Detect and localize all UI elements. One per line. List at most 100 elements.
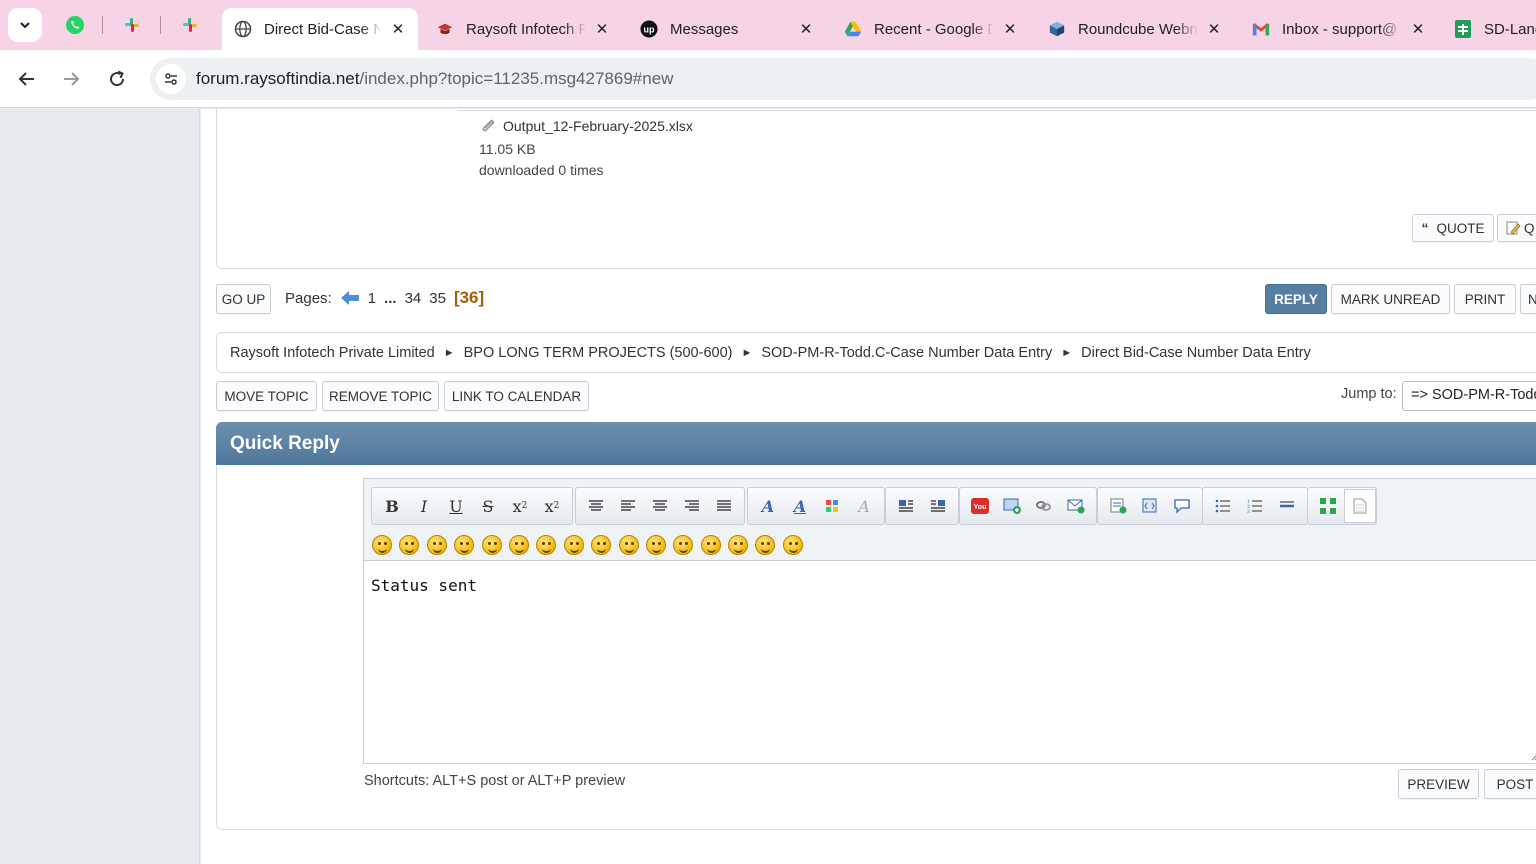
breadcrumb-item[interactable]: Direct Bid-Case Number Data Entry xyxy=(1081,345,1311,361)
horizontal-rule-icon[interactable] xyxy=(1271,491,1303,521)
superscript-icon[interactable]: x2 xyxy=(504,491,536,521)
cool-icon[interactable] xyxy=(563,535,584,555)
align-center-icon[interactable] xyxy=(644,491,676,521)
pinned-tab-slack-1[interactable] xyxy=(114,10,150,40)
quote-button[interactable]: “ QUOTE xyxy=(1412,214,1494,242)
smiley-icon[interactable] xyxy=(372,535,392,555)
wink-icon[interactable] xyxy=(399,535,420,555)
italic-icon[interactable]: I xyxy=(408,491,440,521)
huh-icon[interactable] xyxy=(591,535,612,555)
tab-title: Messages xyxy=(670,20,739,38)
post-button[interactable]: POST xyxy=(1484,769,1536,799)
forward-button[interactable] xyxy=(56,64,86,94)
insert-table-icon[interactable] xyxy=(1102,491,1134,521)
text-format-group: B I U S x2 x2 xyxy=(371,487,573,525)
insert-link-icon[interactable] xyxy=(1028,491,1060,521)
color-icon[interactable] xyxy=(816,491,848,521)
tab-search-button[interactable] xyxy=(8,8,42,42)
attachment-filename[interactable]: Output_12-February-2025.xlsx xyxy=(503,118,693,134)
cheesy-icon[interactable] xyxy=(426,535,447,555)
close-tab-icon[interactable]: ✕ xyxy=(796,19,816,39)
tab-gmail[interactable]: Inbox - support@ ✕ xyxy=(1240,8,1438,50)
sheets-icon xyxy=(1455,20,1471,38)
close-tab-icon[interactable]: ✕ xyxy=(1000,19,1020,39)
link-to-calendar-button[interactable]: LINK TO CALENDAR xyxy=(444,381,589,411)
tab-messages[interactable]: up Messages ✕ xyxy=(628,8,826,50)
source-mode-icon[interactable] xyxy=(1344,489,1376,523)
font-face-icon[interactable]: A xyxy=(752,491,784,521)
float-right-icon[interactable] xyxy=(922,491,954,521)
page-link-35[interactable]: 35 xyxy=(429,290,446,307)
embarrassed-icon[interactable] xyxy=(673,535,694,555)
pinned-tab-whatsapp[interactable] xyxy=(57,10,93,40)
mark-unread-button[interactable]: MARK UNREAD xyxy=(1331,284,1450,314)
undecided-icon[interactable] xyxy=(728,535,749,555)
float-left-icon[interactable] xyxy=(890,491,922,521)
quick-reply-header[interactable]: Quick Reply xyxy=(216,422,1536,465)
resize-handle-icon[interactable] xyxy=(1530,751,1536,761)
breadcrumb-item[interactable]: Raysoft Infotech Private Limited xyxy=(230,345,435,361)
breadcrumb: Raysoft Infotech Private Limited ► BPO L… xyxy=(216,332,1536,373)
arrow-left-icon[interactable] xyxy=(340,290,360,306)
close-tab-icon[interactable]: ✕ xyxy=(1204,19,1224,39)
tab-google-drive[interactable]: Recent - Google Drive ✕ xyxy=(832,8,1030,50)
next-button[interactable]: N xyxy=(1520,284,1536,314)
tab-roundcube[interactable]: Roundcube Webmail ✕ xyxy=(1036,8,1234,50)
align-left-icon[interactable] xyxy=(612,491,644,521)
address-bar[interactable]: forum.raysoftindia.net/index.php?topic=1… xyxy=(150,58,1536,100)
pinned-tab-slack-2[interactable] xyxy=(172,10,208,40)
insert-code-icon[interactable] xyxy=(1134,491,1166,521)
back-button[interactable] xyxy=(12,64,42,94)
go-up-button[interactable]: GO UP xyxy=(216,284,271,314)
font-size-icon[interactable]: A xyxy=(784,491,816,521)
subscript-icon[interactable]: x2 xyxy=(536,491,568,521)
strikethrough-icon[interactable]: S xyxy=(472,491,504,521)
attachment-link[interactable]: Output_12-February-2025.xlsx xyxy=(479,117,693,135)
page-link-34[interactable]: 34 xyxy=(405,290,422,307)
lips-sealed-icon[interactable] xyxy=(700,535,721,555)
toggle-view-icon[interactable] xyxy=(1312,491,1344,521)
justify-icon[interactable] xyxy=(708,491,740,521)
remove-format-icon[interactable]: A xyxy=(848,491,880,521)
site-info-button[interactable] xyxy=(156,64,186,94)
youtube-icon[interactable]: You xyxy=(964,491,996,521)
shocked-icon[interactable] xyxy=(536,535,557,555)
align-right-icon[interactable] xyxy=(676,491,708,521)
move-topic-button[interactable]: MOVE TOPIC xyxy=(216,381,317,411)
print-button[interactable]: PRINT xyxy=(1454,284,1516,314)
angry-icon[interactable] xyxy=(481,535,502,555)
preview-button[interactable]: PREVIEW xyxy=(1398,769,1479,799)
reload-button[interactable] xyxy=(102,64,132,94)
kiss-icon[interactable] xyxy=(755,535,776,555)
float-group xyxy=(885,487,959,525)
close-tab-icon[interactable]: ✕ xyxy=(592,19,612,39)
close-tab-icon[interactable]: ✕ xyxy=(388,19,408,39)
jump-to-select[interactable]: => SOD-PM-R-Todd.C-Case Number Data Entr… xyxy=(1402,381,1536,411)
underline-icon[interactable]: U xyxy=(440,491,472,521)
grin-icon[interactable] xyxy=(454,535,475,555)
insert-email-icon[interactable] xyxy=(1060,491,1092,521)
numbered-list-icon[interactable]: 123 xyxy=(1239,491,1271,521)
quick-edit-button[interactable]: Q xyxy=(1497,214,1536,242)
bullet-list-icon[interactable] xyxy=(1207,491,1239,521)
reply-button[interactable]: REPLY xyxy=(1265,284,1327,314)
tab-direct-bid[interactable]: Direct Bid-Case Number Data Entry ✕ xyxy=(222,8,418,50)
svg-text:up: up xyxy=(644,25,655,35)
remove-topic-button[interactable]: REMOVE TOPIC xyxy=(322,381,439,411)
pre-icon[interactable] xyxy=(580,491,612,521)
tab-sd-lane[interactable]: SD-Lane xyxy=(1442,8,1536,50)
page-link-first[interactable]: 1 xyxy=(368,290,376,307)
cry-icon[interactable] xyxy=(782,535,803,555)
arrow-right-icon xyxy=(64,72,80,86)
breadcrumb-item[interactable]: SOD-PM-R-Todd.C-Case Number Data Entry xyxy=(761,345,1052,361)
message-textarea[interactable]: Status sent xyxy=(371,576,477,595)
insert-quote-icon[interactable] xyxy=(1166,491,1198,521)
sad-icon[interactable] xyxy=(508,535,529,555)
close-tab-icon[interactable]: ✕ xyxy=(1408,19,1428,39)
roll-eyes-icon[interactable] xyxy=(618,535,639,555)
tab-raysoft[interactable]: Raysoft Infotech Private Limited ✕ xyxy=(424,8,622,50)
bold-icon[interactable]: B xyxy=(376,491,408,521)
tongue-icon[interactable] xyxy=(645,535,666,555)
breadcrumb-item[interactable]: BPO LONG TERM PROJECTS (500-600) xyxy=(464,345,733,361)
insert-image-icon[interactable] xyxy=(996,491,1028,521)
